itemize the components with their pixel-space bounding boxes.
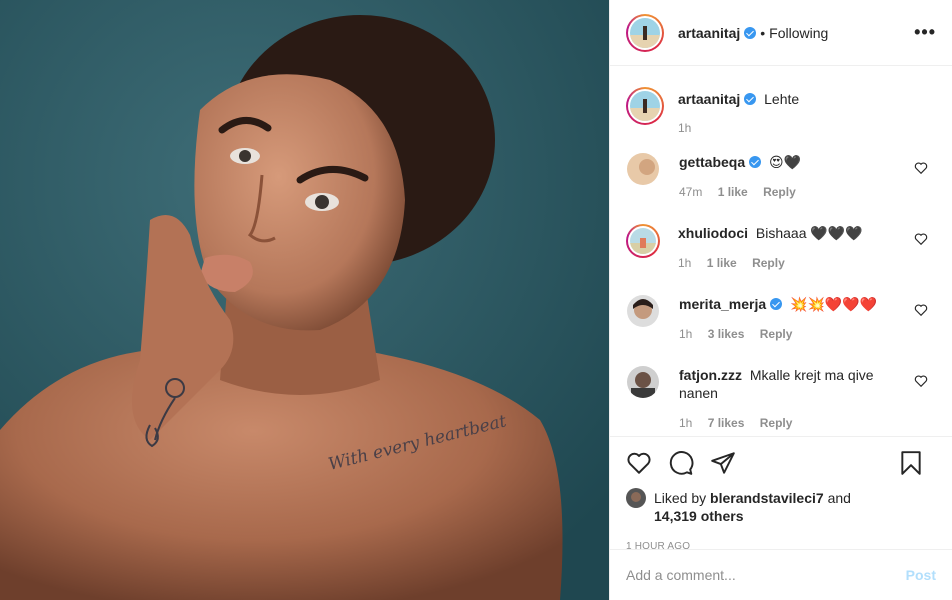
likes-summary: Liked by blerandstavileci7 and 14,319 ot… xyxy=(626,488,936,525)
comment-like-heart-icon[interactable] xyxy=(914,374,928,388)
portrait-image: With every heartbeat xyxy=(0,0,609,600)
author-avatar[interactable] xyxy=(626,13,664,52)
liker-avatar[interactable] xyxy=(626,488,646,508)
comment-item: xhuliodoci Bishaaa 🖤🖤🖤 1h 1 like Reply xyxy=(626,224,936,295)
comment-time[interactable]: 1h xyxy=(679,327,692,341)
commenter-username[interactable]: xhuliodoci xyxy=(678,225,748,241)
reply-button[interactable]: Reply xyxy=(763,185,796,199)
share-icon[interactable] xyxy=(710,450,736,476)
likes-others-count[interactable]: 14,319 others xyxy=(654,508,744,524)
comment-like-heart-icon[interactable] xyxy=(914,161,928,175)
comment-likes[interactable]: 3 likes xyxy=(708,327,745,341)
commenter-username[interactable]: fatjon.zzz xyxy=(679,367,742,383)
reply-button[interactable]: Reply xyxy=(760,327,793,341)
post-comment-button[interactable]: Post xyxy=(906,567,936,583)
comment-time[interactable]: 1h xyxy=(679,416,692,430)
post-header: artaanitaj • Following ••• xyxy=(610,0,952,66)
caption-time[interactable]: 1h xyxy=(678,121,691,135)
more-options-icon[interactable]: ••• xyxy=(914,22,936,43)
commenter-username[interactable]: gettabeqa xyxy=(679,154,762,170)
comment-likes[interactable]: 1 like xyxy=(718,185,748,199)
commenter-avatar[interactable] xyxy=(627,295,659,327)
comment-icon[interactable] xyxy=(668,450,694,476)
comment-item: merita_merja 💥💥❤️❤️❤️ 1h 3 likes Reply xyxy=(626,295,936,366)
post-sidebar: artaanitaj • Following ••• artaanitaj Le… xyxy=(609,0,952,600)
bookmark-icon[interactable] xyxy=(898,450,924,476)
post-photo[interactable]: With every heartbeat xyxy=(0,0,609,600)
caption-avatar[interactable] xyxy=(626,87,664,125)
separator-dot: • xyxy=(760,24,766,41)
likes-prefix: Liked by xyxy=(654,490,707,506)
comment-text: Bishaaa 🖤🖤🖤 xyxy=(755,225,863,241)
verified-badge-icon xyxy=(744,93,757,105)
liker-username[interactable]: blerandstavileci7 xyxy=(710,490,824,506)
following-button[interactable]: Following xyxy=(769,25,828,41)
reply-button[interactable]: Reply xyxy=(760,416,793,430)
reply-button[interactable]: Reply xyxy=(752,256,785,270)
likes-joiner: and xyxy=(827,490,851,506)
comment-input[interactable] xyxy=(626,567,906,583)
caption-username[interactable]: artaanitaj xyxy=(678,91,757,107)
commenter-avatar[interactable] xyxy=(627,153,659,185)
commenter-username[interactable]: merita_merja xyxy=(679,296,783,312)
post-actions: Liked by blerandstavileci7 and 14,319 ot… xyxy=(610,436,952,552)
heart-icon[interactable] xyxy=(626,450,652,476)
verified-badge-icon xyxy=(749,156,762,168)
commenter-avatar[interactable] xyxy=(626,224,660,258)
comments-list[interactable]: artaanitaj Lehte 1h gettabeqa 😍🖤 47m 1 l… xyxy=(610,67,952,435)
comment-text: 💥💥❤️❤️❤️ xyxy=(790,296,878,312)
comment-like-heart-icon[interactable] xyxy=(914,232,928,246)
caption: artaanitaj Lehte 1h xyxy=(626,67,936,153)
comment-item: gettabeqa 😍🖤 47m 1 like Reply xyxy=(626,153,936,224)
author-username[interactable]: artaanitaj xyxy=(678,25,757,41)
commenter-avatar[interactable] xyxy=(627,366,659,398)
comment-text: 😍🖤 xyxy=(769,154,802,170)
verified-badge-icon xyxy=(770,298,783,310)
comment-item: fatjon.zzz Mkalle krejt ma qive nanen 1h… xyxy=(626,366,936,435)
add-comment-bar: Post xyxy=(610,549,952,600)
caption-text: Lehte xyxy=(764,91,800,107)
comment-like-heart-icon[interactable] xyxy=(914,303,928,317)
comment-likes[interactable]: 7 likes xyxy=(708,416,745,430)
comment-time[interactable]: 1h xyxy=(678,256,691,270)
comment-time[interactable]: 47m xyxy=(679,185,702,199)
comment-likes[interactable]: 1 like xyxy=(707,256,737,270)
instagram-post: With every heartbeat artaanitaj • Follow… xyxy=(0,0,952,600)
verified-badge-icon xyxy=(744,26,757,39)
